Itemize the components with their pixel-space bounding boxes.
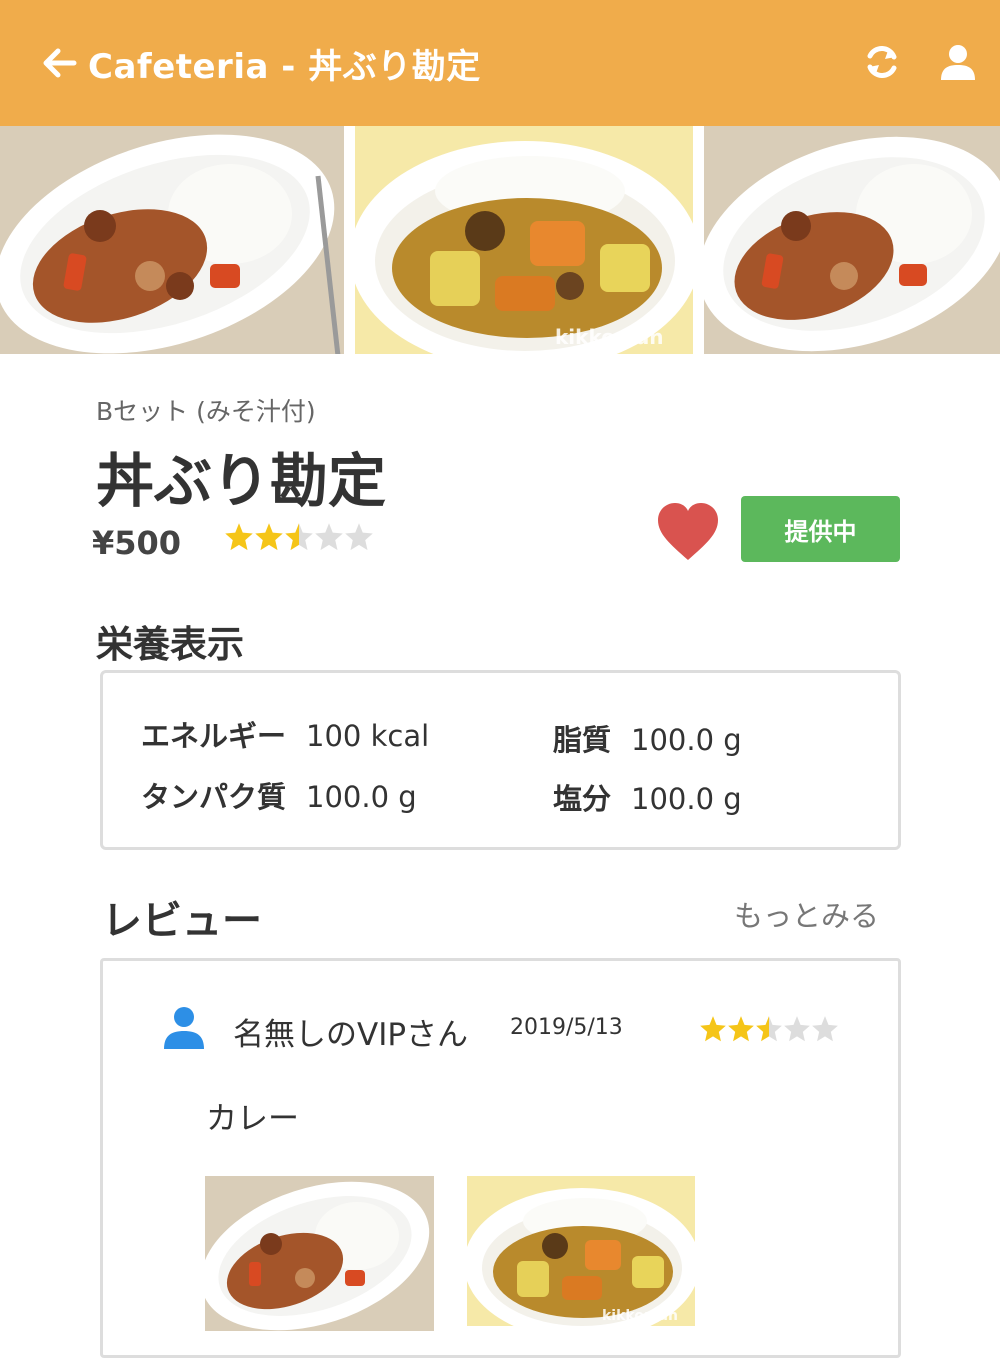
svg-text:kikkoman: kikkoman — [555, 325, 664, 349]
photo-gallery[interactable]: kikkoman — [0, 126, 1000, 354]
app-bar: Cafeteria - 丼ぶり勘定 — [0, 0, 1000, 126]
star-icon — [345, 523, 373, 551]
user-icon[interactable] — [938, 42, 978, 82]
star-icon — [225, 523, 253, 551]
star-icon — [812, 1016, 838, 1042]
nutrition-item: タンパク質 100.0 g — [141, 774, 417, 816]
star-icon — [700, 1016, 726, 1042]
nutrition-value: 100.0 g — [631, 782, 742, 816]
app-title: Cafeteria - 丼ぶり勘定 — [88, 46, 481, 87]
nutrition-title: 栄養表示 — [96, 623, 244, 666]
star-icon — [728, 1016, 754, 1042]
nutrition-label: 脂質 — [553, 723, 612, 757]
meal-header: Bセット (みそ汁付) 丼ぶり勘定 — [96, 392, 386, 518]
curry-rice-photo[interactable] — [704, 126, 1000, 354]
curry-rice-photo[interactable] — [205, 1176, 434, 1331]
nutrition-panel: エネルギー 100 kcal 脂質 100.0 g タンパク質 100.0 g … — [100, 670, 901, 850]
nutrition-value: 100.0 g — [306, 780, 417, 814]
star-icon — [285, 523, 313, 551]
star-icon — [255, 523, 283, 551]
star-icon — [784, 1016, 810, 1042]
review-comment: カレー — [206, 1101, 299, 1137]
meal-rating — [224, 522, 374, 552]
meal-price: ¥500 — [92, 524, 182, 562]
reviewer-name: 名無しのVIPさん — [233, 1017, 469, 1053]
curry-stew-photo[interactable]: kikkoman — [355, 126, 693, 354]
app-bar-actions — [862, 42, 978, 82]
reviews-title: レビュー — [102, 898, 262, 944]
nutrition-item: 脂質 100.0 g — [553, 717, 742, 759]
curry-rice-photo[interactable] — [0, 126, 344, 354]
meal-subtitle: Bセット (みそ汁付) — [96, 397, 316, 426]
arrow-left-icon[interactable] — [40, 43, 80, 83]
review-card: 名無しのVIPさん 2019/5/13 カレー kikkoman — [100, 958, 901, 1358]
heart-icon[interactable] — [656, 502, 720, 562]
nutrition-value: 100.0 g — [631, 723, 742, 757]
status-badge[interactable]: 提供中 — [741, 496, 900, 562]
nutrition-label: 塩分 — [553, 782, 612, 816]
nutrition-label: タンパク質 — [141, 780, 287, 814]
star-icon — [756, 1016, 782, 1042]
nutrition-item: 塩分 100.0 g — [553, 776, 742, 818]
more-reviews-link[interactable]: もっとみる — [734, 893, 879, 935]
review-rating — [699, 1015, 839, 1043]
refresh-icon[interactable] — [862, 42, 902, 82]
nutrition-item: エネルギー 100 kcal — [141, 713, 429, 755]
meal-title: 丼ぶり勘定 — [96, 447, 387, 515]
nutrition-label: エネルギー — [141, 719, 287, 753]
nutrition-value: 100 kcal — [306, 719, 430, 753]
review-date: 2019/5/13 — [510, 1015, 623, 1040]
svg-text:kikkoman: kikkoman — [602, 1308, 678, 1324]
curry-stew-photo[interactable]: kikkoman — [467, 1176, 695, 1326]
user-icon — [164, 1007, 204, 1049]
star-icon — [315, 523, 343, 551]
